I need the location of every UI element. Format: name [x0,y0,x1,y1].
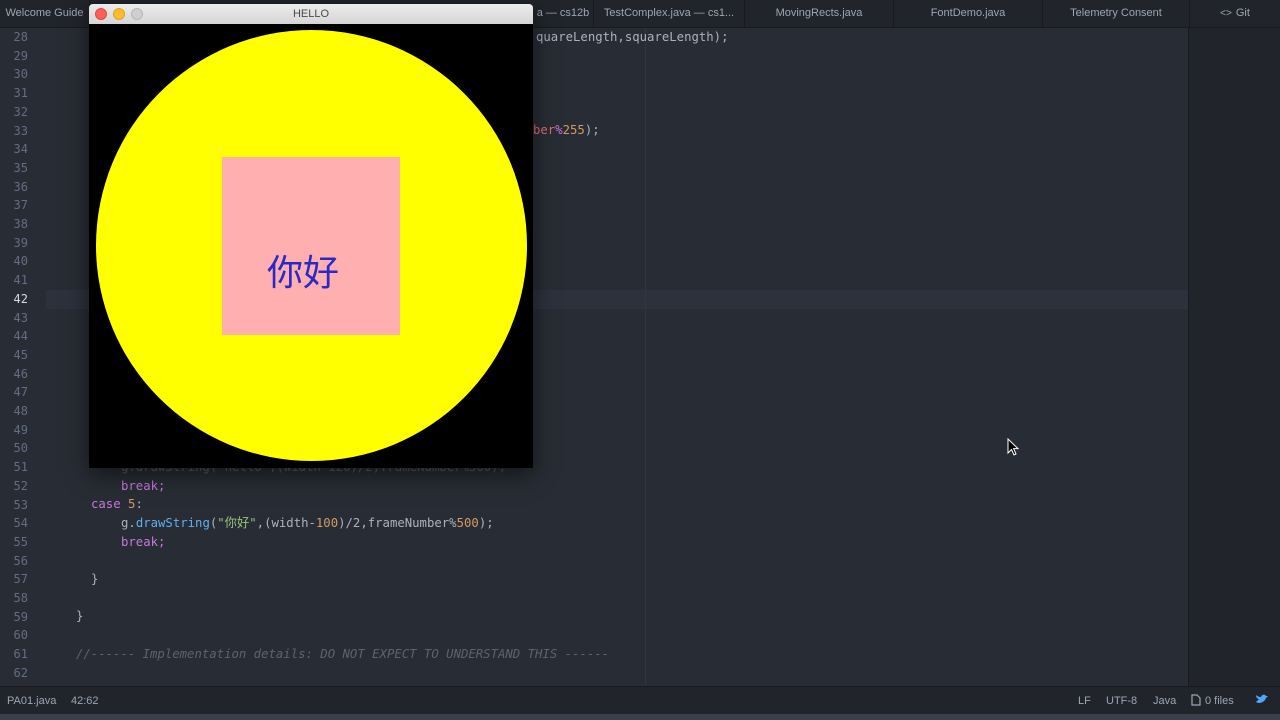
line-number: 31 [13,86,28,101]
git-icon: <> [1220,8,1232,19]
line-number: 29 [13,48,28,63]
line-number: 35 [13,160,28,175]
line-number: 43 [13,310,28,325]
code-line-33: ber%255); [533,123,600,137]
line-number: 59 [13,609,28,624]
line-number: 53 [13,497,28,512]
greeting-text: 你好 [267,253,340,294]
code-line-53: case 5: [91,497,143,511]
dock-strip [0,714,1280,720]
line-number: 34 [13,142,28,157]
status-file-name[interactable]: PA01.java [7,687,56,715]
line-number: 32 [13,104,28,119]
status-bar: PA01.java 42:62 LF UTF-8 Java 0 files [0,686,1280,715]
mouse-pointer-icon [1007,438,1019,456]
tab-label: TestComplex.java — cs1... [603,7,735,19]
line-number: 42 [13,291,28,306]
line-number: 62 [13,665,28,680]
status-grammar[interactable]: Java [1153,687,1176,715]
wrap-guide [645,28,646,686]
code-line-59: } [76,609,84,623]
line-number: 41 [13,273,28,288]
line-number: 37 [13,198,28,213]
drawing-canvas: 你好 [89,24,533,468]
line-number: 49 [13,422,28,437]
line-number: 30 [13,67,28,82]
tab-label: Telemetry Consent [1070,7,1162,19]
code-line-52: break; [121,479,166,493]
line-number: 38 [13,217,28,231]
line-number: 55 [13,534,28,549]
tab-movingrects[interactable]: MovingRects.java [745,0,894,27]
line-number: 48 [13,404,28,418]
tab-label: a — cs12b [536,7,590,19]
line-number: 56 [13,553,28,568]
tab-testcomplex[interactable]: TestComplex.java — cs1... [594,0,745,27]
pink-square [222,157,400,335]
tab-label: MovingRects.java [775,7,863,19]
git-panel-button[interactable]: <> Git [1190,0,1280,27]
tab-cs12b[interactable]: a — cs12b [533,0,594,27]
tab-welcome-guide[interactable]: Welcome Guide [0,0,90,27]
line-number: 40 [13,254,28,269]
line-number-gutter[interactable]: 28 29 30 31 32 33 34 35 36 37 38 39 40 41 42 43 44 45 46 47… [0,28,46,686]
line-number: 50 [13,441,28,456]
line-number: 46 [13,366,28,381]
file-icon [1191,694,1201,706]
line-number: 39 [13,235,28,250]
line-number: 61 [13,647,28,662]
line-number: 45 [13,347,28,362]
right-dock-panel [1188,28,1280,686]
tab-label: FontDemo.java [930,7,1006,19]
tab-telemetry-consent[interactable]: Telemetry Consent [1043,0,1190,27]
code-line-54: g.drawString("你好",(width-100)/2,frameNum… [121,516,494,530]
line-number: 54 [13,516,28,531]
share-bird-icon[interactable] [1255,687,1269,715]
line-number: 57 [13,572,28,587]
line-number: 33 [13,123,28,138]
status-encoding[interactable]: UTF-8 [1106,687,1137,715]
status-line-ending[interactable]: LF [1078,687,1091,715]
status-cursor-position[interactable]: 42:62 [71,687,99,715]
line-number: 58 [13,591,28,605]
code-line-57: } [91,572,99,586]
window-titlebar[interactable]: HELLO [89,4,533,25]
tab-fontdemo[interactable]: FontDemo.java [894,0,1043,27]
line-number: 36 [13,179,28,194]
code-line-61: //------ Implementation details: DO NOT … [76,647,610,661]
line-number: 52 [13,478,28,493]
files-button[interactable]: 0 files [1191,687,1234,715]
line-number: 28 [13,30,28,44]
tab-label: Welcome Guide [5,7,84,19]
code-line-55: break; [121,535,166,549]
line-number: 44 [13,329,28,344]
hello-window[interactable]: HELLO 你好 [89,4,533,468]
line-number: 60 [13,628,28,643]
code-line-28: quareLength,squareLength); [536,30,729,44]
line-number: 51 [13,460,28,475]
line-number: 47 [13,385,28,400]
files-label: 0 files [1205,695,1234,707]
window-title: HELLO [292,8,330,20]
git-label: Git [1235,7,1250,19]
bird-icon [1256,694,1268,703]
